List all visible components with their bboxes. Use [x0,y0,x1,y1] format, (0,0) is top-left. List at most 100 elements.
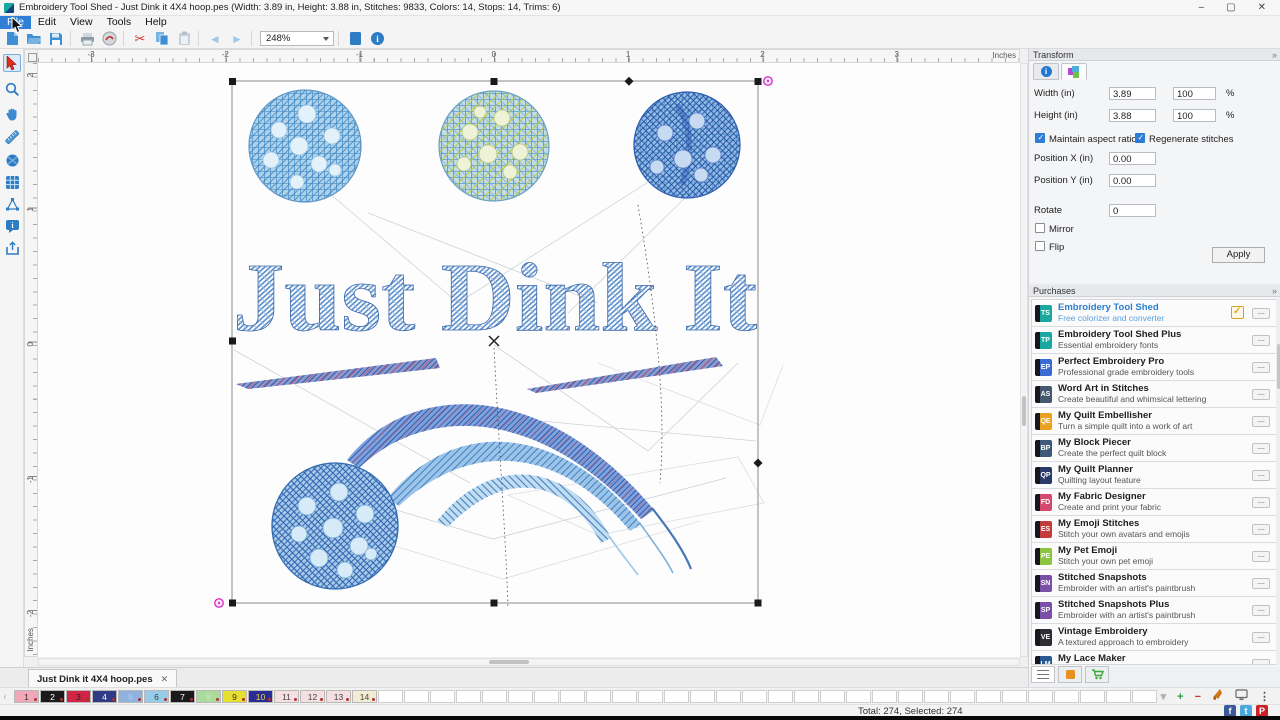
empty-thread-slot[interactable] [1028,690,1053,703]
empty-thread-slot[interactable] [924,690,949,703]
product-checkbox[interactable] [1231,306,1244,319]
zoom-tool[interactable] [3,80,21,98]
purchase-item[interactable]: QE My Quilt Embellisher Turn a simple qu… [1032,408,1276,435]
purchase-item[interactable]: BP My Block Piecer Create the perfect qu… [1032,435,1276,462]
menu-item-edit[interactable]: Edit [31,16,63,29]
scrollbar-thumb[interactable] [1022,396,1026,426]
zoom-level-combo[interactable]: 248% [260,31,334,46]
product-collapse-button[interactable]: — [1252,362,1270,373]
pan-tool[interactable] [3,104,21,122]
window-control[interactable]: – [1199,1,1205,15]
empty-thread-slot[interactable] [378,690,403,703]
empty-thread-slot[interactable] [508,690,533,703]
empty-thread-slot[interactable] [1002,690,1027,703]
thread-swatch[interactable]: 14 [352,690,377,703]
document-tab[interactable]: Just Dink it 4X4 hoop.pes ✕ [28,669,177,688]
purchase-item[interactable]: TP Embroidery Tool Shed Plus Essential e… [1032,327,1276,354]
copy-button[interactable] [152,30,172,47]
product-collapse-button[interactable]: — [1252,605,1270,616]
empty-thread-slot[interactable] [534,690,559,703]
empty-thread-slot[interactable] [950,690,975,703]
ruler-corner[interactable] [24,49,38,63]
mirror-checkbox[interactable] [1035,223,1045,233]
pickleball-top-middle[interactable] [439,91,549,201]
position-y-input[interactable]: 0.00 [1109,174,1156,187]
empty-thread-slot[interactable] [716,690,741,703]
empty-thread-slot[interactable] [586,690,611,703]
position-x-input[interactable]: 0.00 [1109,152,1156,165]
scrollbar-thumb[interactable] [489,660,529,664]
empty-thread-slot[interactable] [664,690,689,703]
empty-thread-slot[interactable] [560,690,585,703]
save-button[interactable] [46,30,66,47]
close-tab-icon[interactable]: ✕ [161,674,169,685]
canvas-vertical-scrollbar[interactable] [1020,63,1028,657]
empty-thread-slot[interactable] [482,690,507,703]
tab-installed[interactable] [1058,666,1082,683]
width-percent-input[interactable]: 100 [1173,87,1216,100]
empty-thread-slot[interactable] [1132,690,1157,703]
purchase-item[interactable]: PE My Pet Emoji Stitch your own pet emoj… [1032,543,1276,570]
empty-thread-slot[interactable] [898,690,923,703]
measure-tool[interactable] [3,128,21,146]
window-control[interactable]: ▢ [1226,1,1235,15]
empty-thread-slot[interactable] [794,690,819,703]
empty-thread-slot[interactable] [768,690,793,703]
product-collapse-button[interactable]: — [1252,578,1270,589]
remove-color-icon[interactable]: − [1195,691,1201,703]
collapse-icon[interactable]: » [1272,286,1277,296]
pickleball-top-right[interactable] [634,92,740,198]
grid-tool[interactable] [3,173,21,191]
purchase-item[interactable]: ES My Emoji Stitches Stitch your own ava… [1032,516,1276,543]
design-title-text[interactable]: Just Dink It Just Dink It [233,244,757,351]
product-collapse-button[interactable]: — [1252,551,1270,562]
empty-thread-slot[interactable] [456,690,481,703]
add-color-icon[interactable]: + [1177,691,1183,703]
height-percent-input[interactable]: 100 [1173,109,1216,122]
tab-product-list[interactable] [1031,666,1055,683]
rotate-input[interactable]: 0 [1109,204,1156,217]
palette-scroll-left-icon[interactable]: ‹ [0,692,10,701]
more-options-icon[interactable]: ⋮ [1259,691,1270,703]
empty-thread-slot[interactable] [846,690,871,703]
thread-swatch[interactable]: 8 [196,690,221,703]
pickleball-top-left[interactable] [249,90,361,202]
purchase-item[interactable]: EP Perfect Embroidery Pro Professional g… [1032,354,1276,381]
apply-button[interactable]: Apply [1212,247,1265,263]
tab-store[interactable] [1085,666,1109,683]
thread-swatch[interactable]: 3 [66,690,91,703]
empty-thread-slot[interactable] [612,690,637,703]
product-collapse-button[interactable]: — [1252,632,1270,643]
canvas-horizontal-scrollbar[interactable] [38,658,1020,666]
product-collapse-button[interactable]: — [1252,497,1270,508]
maintain-aspect-checkbox[interactable] [1035,133,1045,143]
thread-swatch[interactable]: 12 [300,690,325,703]
product-collapse-button[interactable]: — [1252,443,1270,454]
undo-button[interactable]: ◄ [205,30,225,47]
design-info-button[interactable]: i [367,30,387,47]
purchase-item[interactable]: QP My Quilt Planner Quilting layout feat… [1032,462,1276,489]
redo-button[interactable]: ► [227,30,247,47]
design-canvas[interactable]: Just Dink It Just Dink It [38,63,1020,657]
regenerate-stitches-checkbox[interactable] [1135,133,1145,143]
menu-item-tools[interactable]: Tools [100,16,139,29]
pickleball-bottom[interactable] [272,463,398,589]
reshape-tool[interactable] [3,195,21,213]
purchases-scrollbar[interactable] [1276,299,1280,665]
thread-swatch[interactable]: 7 [170,690,195,703]
tab-design-info[interactable]: i [1033,63,1059,80]
stitch-ball-tool[interactable] [3,151,21,169]
purchase-item[interactable]: LM My Lace Maker — [1032,651,1276,665]
product-collapse-button[interactable]: — [1252,470,1270,481]
purchase-item[interactable]: TS Embroidery Tool Shed Free colorizer a… [1032,300,1276,327]
product-collapse-button[interactable]: — [1252,335,1270,346]
sew-simulate-button[interactable] [99,30,119,47]
menu-item-view[interactable]: View [63,16,100,29]
purchase-item[interactable]: VE Vintage Embroidery A textured approac… [1032,624,1276,651]
empty-thread-slot[interactable] [1054,690,1079,703]
cut-button[interactable]: ✂ [130,30,150,47]
hoop-button[interactable] [345,30,365,47]
purchase-item[interactable]: FD My Fabric Designer Create and print y… [1032,489,1276,516]
purchase-item[interactable]: SP Stitched Snapshots Plus Embroider wit… [1032,597,1276,624]
open-file-button[interactable] [24,30,44,47]
